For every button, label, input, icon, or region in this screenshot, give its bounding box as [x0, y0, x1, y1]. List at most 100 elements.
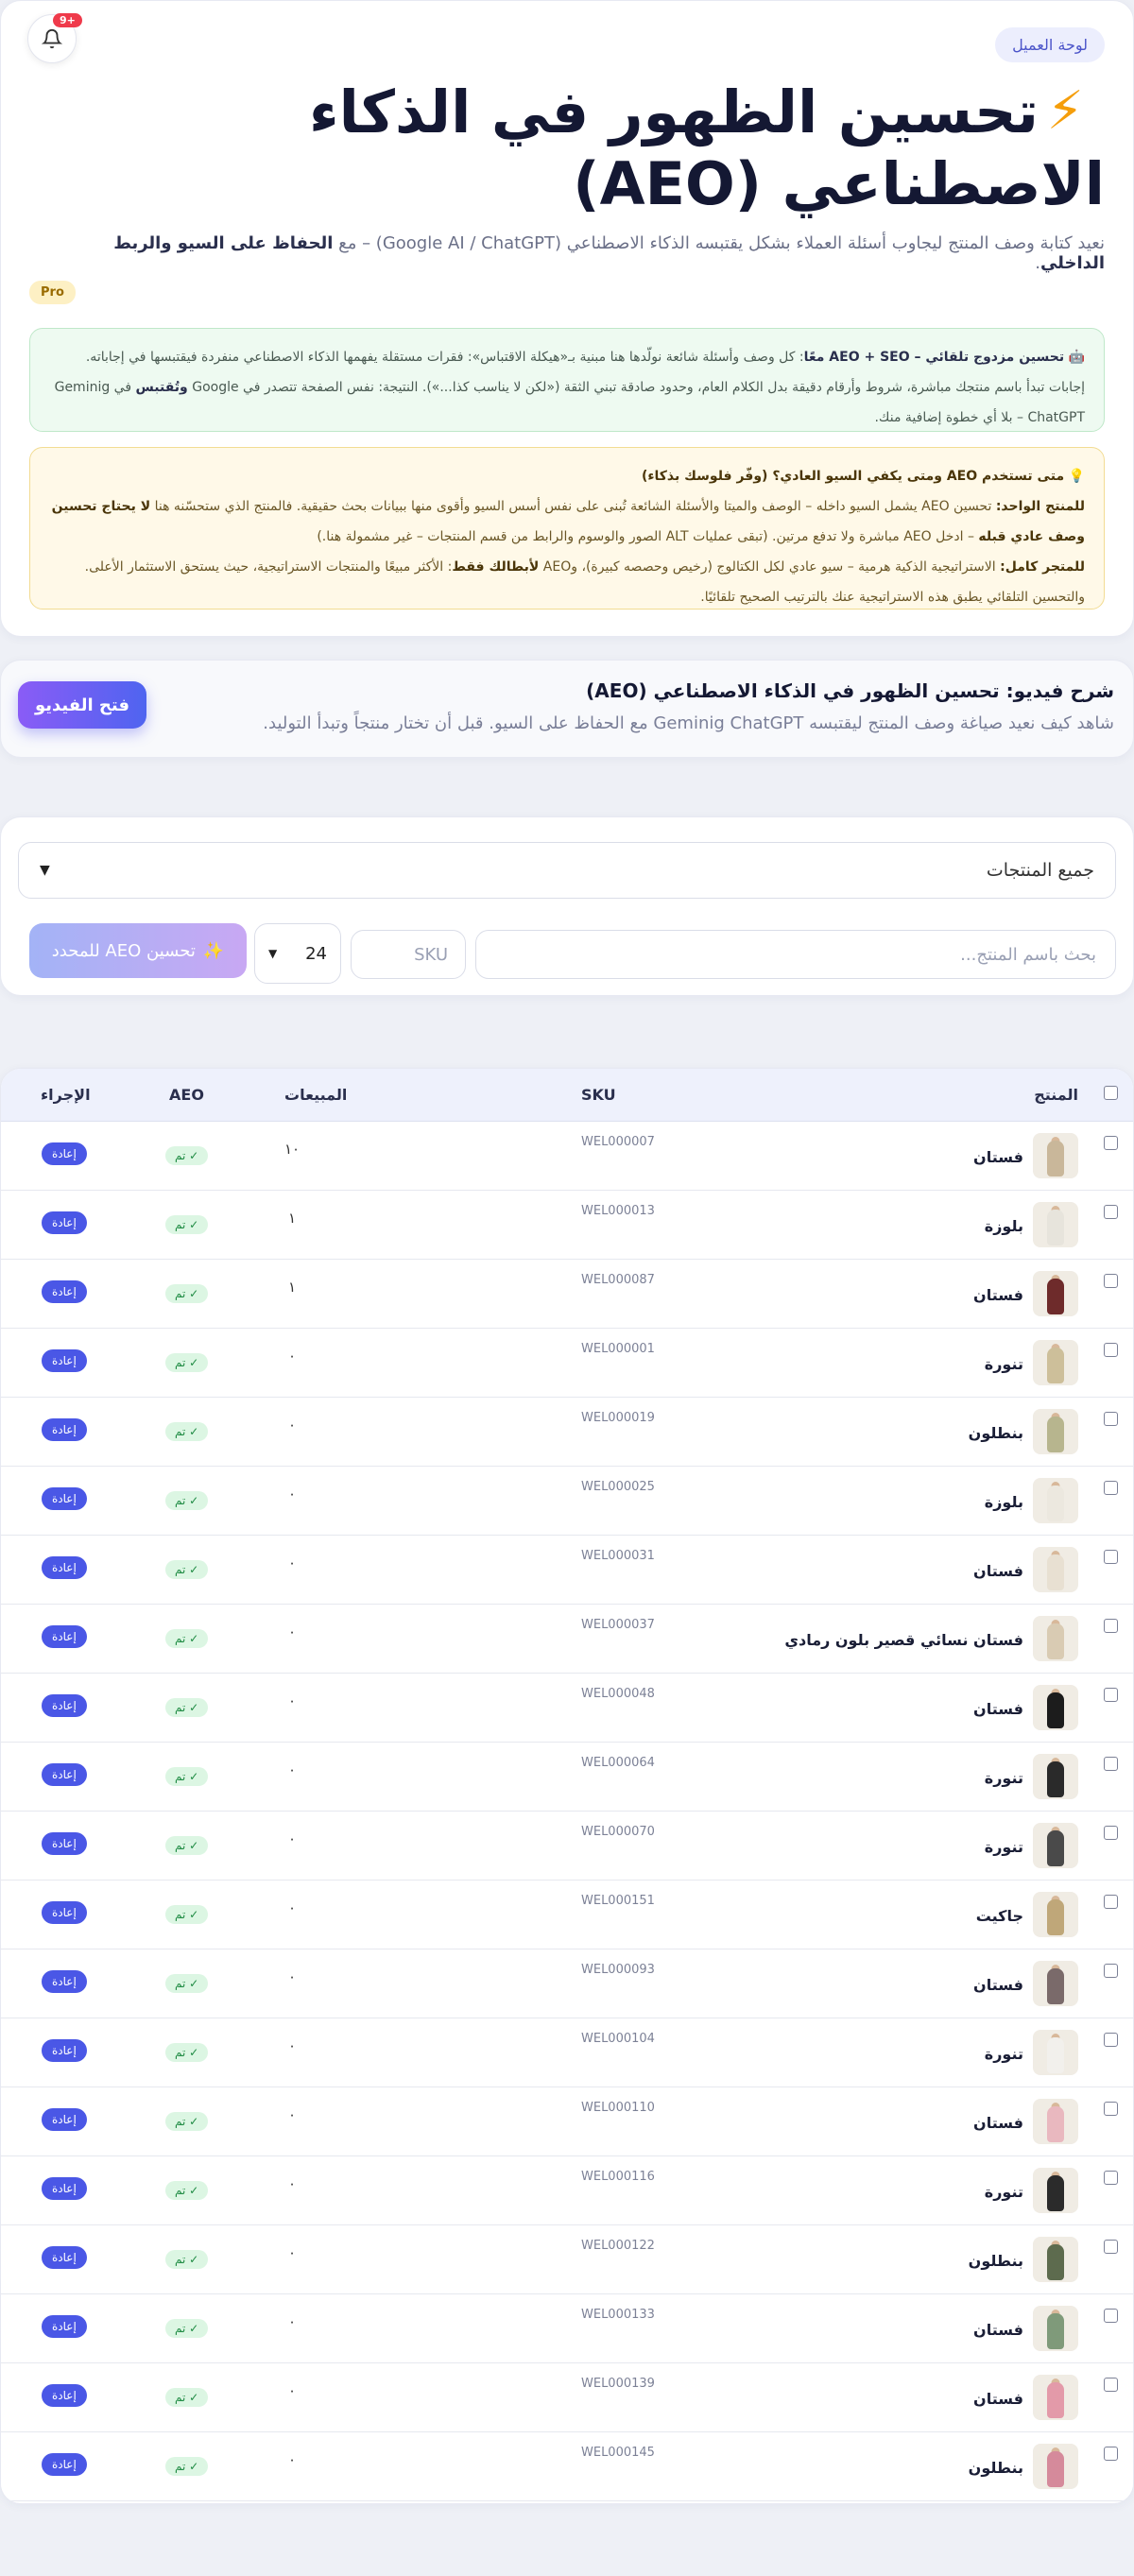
product-name[interactable]: فستان [973, 1562, 1023, 1580]
redo-button[interactable]: إعادة [42, 1625, 87, 1648]
table-row[interactable]: فستان WEL000139 ٠ ✓ تم إعادة [1, 2363, 1133, 2432]
product-thumbnail [1033, 1754, 1078, 1799]
row-checkbox[interactable] [1104, 1964, 1118, 1978]
lightbulb-icon: 💡 [1068, 469, 1085, 484]
row-checkbox[interactable] [1104, 1136, 1118, 1150]
select-all-checkbox[interactable] [1104, 1086, 1118, 1100]
redo-button[interactable]: إعادة [42, 1142, 87, 1165]
product-name[interactable]: فستان [973, 2321, 1023, 2339]
redo-button[interactable]: إعادة [42, 1349, 87, 1372]
row-checkbox[interactable] [1104, 2309, 1118, 2323]
aeo-status-badge: ✓ تم [165, 2112, 209, 2131]
redo-button[interactable]: إعادة [42, 1418, 87, 1441]
product-name[interactable]: بنطلون [969, 2252, 1023, 2270]
chevron-down-icon: ▼ [268, 947, 278, 960]
product-name[interactable]: بلوزة [985, 1493, 1023, 1511]
row-checkbox[interactable] [1104, 2378, 1118, 2392]
table-row[interactable]: جاكيت WEL000151 ٠ ✓ تم إعادة [1, 1880, 1133, 1949]
table-row[interactable]: فستان WEL000048 ٠ ✓ تم إعادة [1, 1674, 1133, 1743]
table-row[interactable]: بنطلون WEL000122 ٠ ✓ تم إعادة [1, 2225, 1133, 2294]
product-name[interactable]: بلوزة [985, 1217, 1023, 1235]
redo-button[interactable]: إعادة [42, 2246, 87, 2269]
row-checkbox[interactable] [1104, 2033, 1118, 2047]
product-name[interactable]: تنورة [985, 1769, 1023, 1787]
sku-input[interactable]: SKU [351, 930, 466, 979]
redo-button[interactable]: إعادة [42, 2039, 87, 2062]
table-row[interactable]: بنطلون WEL000145 ٠ ✓ تم إعادة [1, 2432, 1133, 2501]
redo-button[interactable]: إعادة [42, 2315, 87, 2338]
row-checkbox[interactable] [1104, 1619, 1118, 1633]
redo-button[interactable]: إعادة [42, 2108, 87, 2131]
row-checkbox[interactable] [1104, 1826, 1118, 1840]
product-sku: WEL000025 [581, 1480, 655, 1494]
row-checkbox[interactable] [1104, 1343, 1118, 1357]
product-name[interactable]: تنورة [985, 1355, 1023, 1373]
category-select[interactable]: جميع المنتجات ▼ [18, 842, 1116, 899]
optimize-selected-button[interactable]: ✨ تحسين AEO للمحدد [29, 923, 247, 978]
product-name[interactable]: فستان [973, 1286, 1023, 1304]
table-row[interactable]: تنورة WEL000001 ٠ ✓ تم إعادة [1, 1329, 1133, 1398]
per-page-select[interactable]: 24 ▼ [254, 923, 341, 984]
redo-button[interactable]: إعادة [42, 1901, 87, 1924]
aeo-status-badge: ✓ تم [165, 1146, 209, 1165]
product-thumbnail [1033, 1271, 1078, 1316]
table-row[interactable]: تنورة WEL000064 ٠ ✓ تم إعادة [1, 1743, 1133, 1812]
row-checkbox[interactable] [1104, 2240, 1118, 2254]
product-name[interactable]: فستان [973, 1976, 1023, 1994]
product-name[interactable]: تنورة [985, 2183, 1023, 2201]
redo-button[interactable]: إعادة [42, 1280, 87, 1303]
table-row[interactable]: فستان WEL000110 ٠ ✓ تم إعادة [1, 2087, 1133, 2156]
optimize-selected-label: تحسين AEO للمحدد [51, 940, 196, 961]
table-row[interactable]: فستان WEL000007 ١٠ ✓ تم إعادة [1, 1122, 1133, 1191]
product-name[interactable]: تنورة [985, 2045, 1023, 2063]
product-search-input[interactable]: بحث باسم المنتج... [475, 930, 1116, 979]
redo-button[interactable]: إعادة [42, 2384, 87, 2407]
row-checkbox[interactable] [1104, 2447, 1118, 2461]
product-name[interactable]: بنطلون [969, 2459, 1023, 2477]
table-row[interactable]: فستان WEL000133 ٠ ✓ تم إعادة [1, 2294, 1133, 2363]
table-row[interactable]: تنورة WEL000070 ٠ ✓ تم إعادة [1, 1812, 1133, 1880]
open-video-button[interactable]: فتح الفيديو [18, 681, 146, 729]
client-dashboard-chip[interactable]: لوحة العميل [995, 27, 1105, 62]
redo-button[interactable]: إعادة [42, 1556, 87, 1579]
product-name[interactable]: فستان نسائي قصير بلون رمادي [784, 1631, 1023, 1649]
row-checkbox[interactable] [1104, 1895, 1118, 1909]
row-checkbox[interactable] [1104, 2102, 1118, 2116]
table-row[interactable]: بلوزة WEL000025 ٠ ✓ تم إعادة [1, 1467, 1133, 1536]
product-name[interactable]: فستان [973, 1700, 1023, 1718]
notifications-button[interactable]: +9 [27, 13, 82, 63]
product-name[interactable]: بنطلون [969, 1424, 1023, 1442]
table-row[interactable]: فستان نسائي قصير بلون رمادي WEL000037 ٠ ✓ ت… [1, 1605, 1133, 1674]
row-checkbox[interactable] [1104, 1688, 1118, 1702]
row-checkbox[interactable] [1104, 1205, 1118, 1219]
redo-button[interactable]: إعادة [42, 1487, 87, 1510]
product-name[interactable]: فستان [973, 2114, 1023, 2132]
table-row[interactable]: فستان WEL000031 ٠ ✓ تم إعادة [1, 1536, 1133, 1605]
table-row[interactable]: تنورة WEL000104 ٠ ✓ تم إعادة [1, 2018, 1133, 2087]
row-checkbox[interactable] [1104, 1481, 1118, 1495]
aeo-status-badge: ✓ تم [165, 1974, 209, 1993]
redo-button[interactable]: إعادة [42, 2453, 87, 2476]
product-name[interactable]: فستان [973, 2390, 1023, 2408]
redo-button[interactable]: إعادة [42, 2177, 87, 2200]
product-name[interactable]: فستان [973, 1148, 1023, 1166]
row-checkbox[interactable] [1104, 1412, 1118, 1426]
row-checkbox[interactable] [1104, 1550, 1118, 1564]
product-sales: ٠ [287, 2037, 297, 2054]
table-row[interactable]: بنطلون WEL000019 ٠ ✓ تم إعادة [1, 1398, 1133, 1467]
table-row[interactable]: فستان WEL000093 ٠ ✓ تم إعادة [1, 1949, 1133, 2018]
product-name[interactable]: تنورة [985, 1838, 1023, 1856]
redo-button[interactable]: إعادة [42, 1832, 87, 1855]
redo-button[interactable]: إعادة [42, 1694, 87, 1717]
redo-button[interactable]: إعادة [42, 1970, 87, 1993]
table-row[interactable]: تنورة WEL000116 ٠ ✓ تم إعادة [1, 2156, 1133, 2225]
row-checkbox[interactable] [1104, 1757, 1118, 1771]
product-name[interactable]: جاكيت [976, 1907, 1023, 1925]
page-title: تحسين الظهور في الذكاء الاصطناعي (AEO) [160, 77, 1105, 220]
row-checkbox[interactable] [1104, 2171, 1118, 2185]
redo-button[interactable]: إعادة [42, 1763, 87, 1786]
table-row[interactable]: بلوزة WEL000013 ١ ✓ تم إعادة [1, 1191, 1133, 1260]
row-checkbox[interactable] [1104, 1274, 1118, 1288]
table-row[interactable]: فستان WEL000087 ١ ✓ تم إعادة [1, 1260, 1133, 1329]
redo-button[interactable]: إعادة [42, 1211, 87, 1234]
